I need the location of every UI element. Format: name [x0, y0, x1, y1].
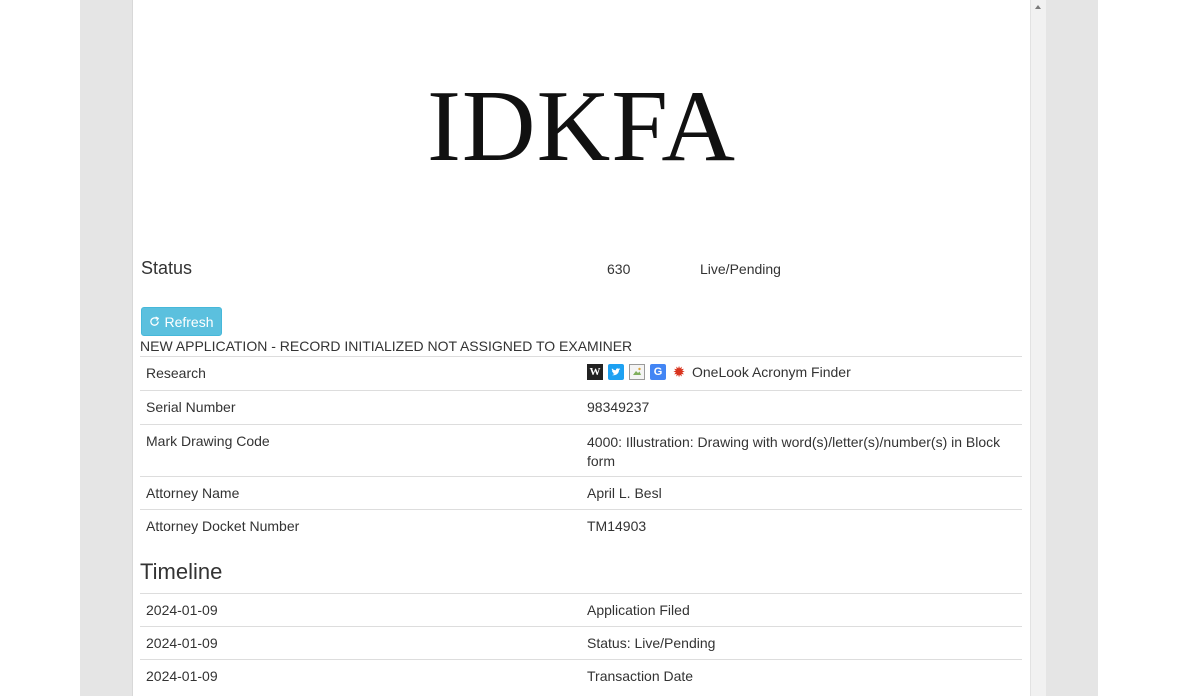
- timeline-date: 2024-01-09: [140, 659, 581, 693]
- twitter-icon[interactable]: [608, 364, 624, 380]
- table-row: Research W G ✹ OneLook Acronym Finder: [140, 356, 1022, 391]
- refresh-icon: [150, 316, 160, 326]
- refresh-button[interactable]: Refresh: [141, 307, 222, 336]
- onelook-burst-icon[interactable]: ✹: [671, 364, 687, 381]
- research-label: Research: [140, 356, 581, 391]
- google-translate-icon[interactable]: G: [650, 364, 666, 380]
- research-links: W G ✹ OneLook Acronym Finder: [587, 364, 1016, 381]
- scroll-up-arrow-icon[interactable]: [1030, 0, 1045, 14]
- serial-number-value: 98349237: [581, 390, 1022, 425]
- timeline-event: Status: Live/Pending: [581, 626, 1022, 660]
- mark-drawing-code-value: 4000: Illustration: Drawing with word(s)…: [581, 424, 1022, 477]
- trademark-image-text: IDKFA: [426, 70, 737, 183]
- table-row: Attorney Name April L. Besl: [140, 476, 1022, 510]
- attorney-docket-value: TM14903: [581, 509, 1022, 543]
- page-margin-left: [0, 0, 80, 696]
- timeline-table: 2024-01-09 Application Filed 2024-01-09 …: [140, 593, 1022, 693]
- main-content: IDKFA Status 630 Live/Pending Refresh NE…: [133, 0, 1030, 696]
- mark-drawing-code-label: Mark Drawing Code: [140, 424, 581, 477]
- table-row: Serial Number 98349237: [140, 390, 1022, 425]
- status-description: NEW APPLICATION - RECORD INITIALIZED NOT…: [140, 338, 633, 354]
- status-text: Live/Pending: [700, 261, 781, 277]
- broken-image-icon[interactable]: [629, 364, 645, 380]
- onelook-acronym-link[interactable]: OneLook Acronym Finder: [692, 364, 851, 380]
- attorney-name-value: April L. Besl: [581, 476, 1022, 510]
- details-table: Research W G ✹ OneLook Acronym Finder Se…: [140, 356, 1022, 543]
- wikipedia-icon[interactable]: W: [587, 364, 603, 380]
- timeline-date: 2024-01-09: [140, 593, 581, 627]
- status-label: Status: [141, 258, 193, 278]
- table-row: Attorney Docket Number TM14903: [140, 509, 1022, 543]
- attorney-name-label: Attorney Name: [140, 476, 581, 510]
- status-code: 630: [607, 261, 631, 277]
- table-row: Mark Drawing Code 4000: Illustration: Dr…: [140, 424, 1022, 477]
- attorney-docket-label: Attorney Docket Number: [140, 509, 581, 543]
- table-row: 2024-01-09 Transaction Date: [140, 659, 1022, 693]
- serial-number-label: Serial Number: [140, 390, 581, 425]
- side-gutter-right: [1045, 0, 1098, 696]
- side-gutter-left: [80, 0, 133, 696]
- table-row: 2024-01-09 Status: Live/Pending: [140, 626, 1022, 660]
- timeline-date: 2024-01-09: [140, 626, 581, 660]
- refresh-button-label: Refresh: [164, 313, 214, 330]
- table-row: 2024-01-09 Application Filed: [140, 593, 1022, 627]
- timeline-event: Transaction Date: [581, 659, 1022, 693]
- timeline-heading: Timeline: [140, 559, 223, 584]
- timeline-event: Application Filed: [581, 593, 1022, 627]
- vertical-scrollbar[interactable]: [1030, 0, 1046, 696]
